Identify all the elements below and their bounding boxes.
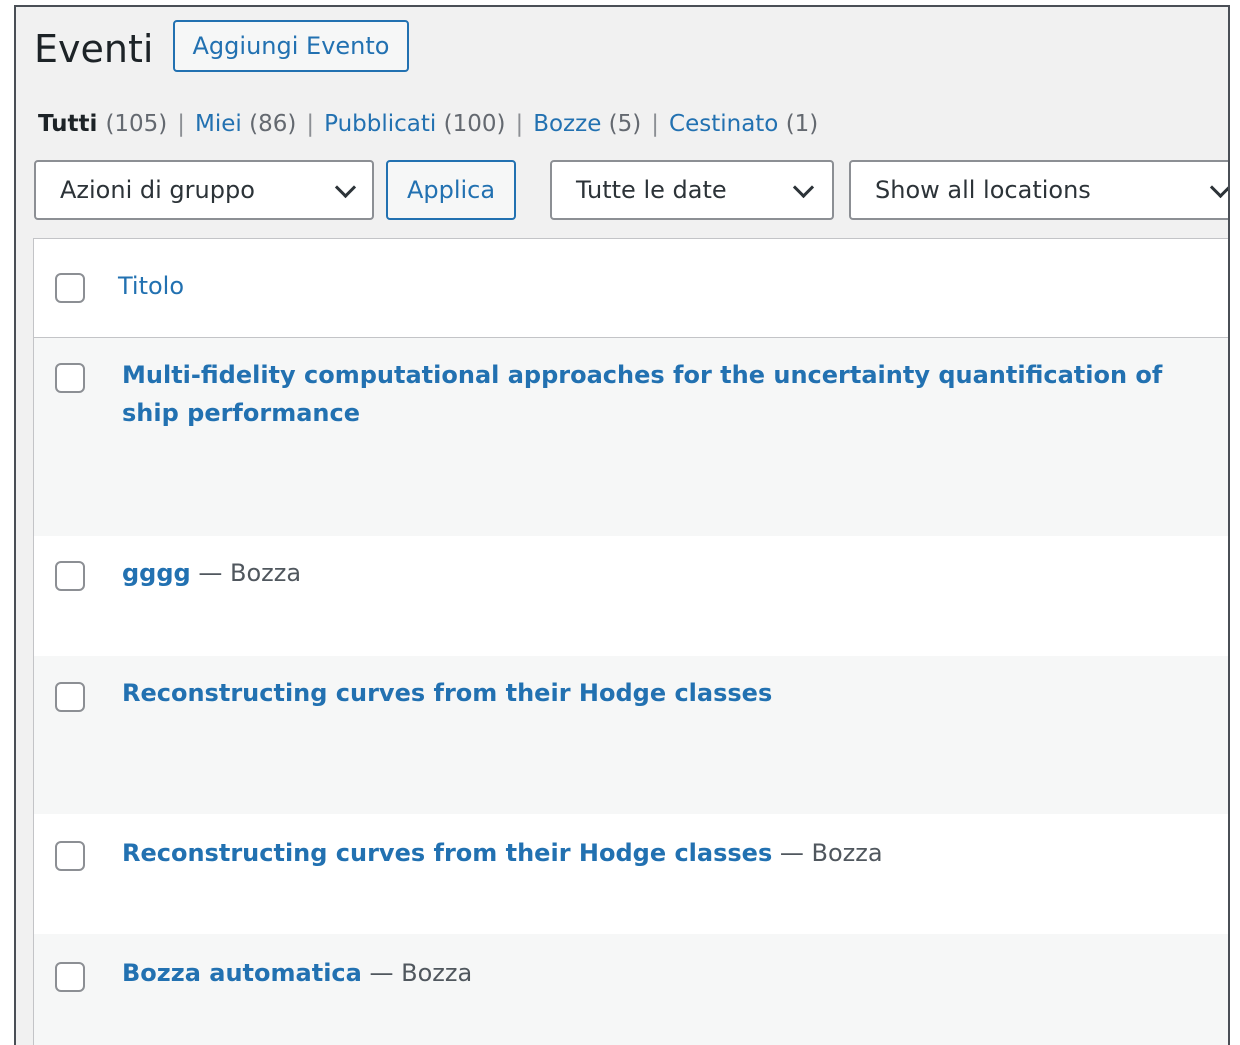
row-title-link[interactable]: Multi-fidelity computational approaches … (122, 361, 1162, 427)
view-all[interactable]: Tutti (105) (38, 111, 167, 137)
view-drafts[interactable]: Bozze (5) (533, 111, 641, 137)
view-mine-label: Miei (195, 111, 242, 137)
view-separator: | (515, 111, 524, 137)
view-separator: | (177, 111, 186, 137)
row-checkbox[interactable] (55, 841, 85, 871)
table-row: gggg — Bozza (34, 536, 1228, 656)
date-filter-value: Tutte le date (576, 176, 727, 204)
view-published-label: Pubblicati (324, 111, 437, 137)
row-checkbox[interactable] (55, 363, 85, 393)
row-title: gggg — Bozza (122, 554, 1182, 592)
row-checkbox[interactable] (55, 682, 85, 712)
view-separator: | (651, 111, 660, 137)
chevron-down-icon (792, 176, 815, 199)
view-all-count: (105) (105, 111, 168, 137)
row-title: Reconstructing curves from their Hodge c… (122, 674, 1182, 712)
location-filter-value: Show all locations (875, 176, 1091, 204)
date-filter-select[interactable]: Tutte le date (550, 160, 834, 220)
apply-button[interactable]: Applica (386, 160, 516, 220)
view-all-label: Tutti (38, 111, 98, 137)
row-state: — Bozza (190, 559, 302, 587)
view-trash-label: Cestinato (669, 111, 779, 137)
status-views: Tutti (105) | Miei (86) | Pubblicati (100) | B… (38, 111, 818, 137)
view-trash[interactable]: Cestinato (1) (669, 111, 818, 137)
view-mine-count: (86) (249, 111, 297, 137)
row-checkbox[interactable] (55, 962, 85, 992)
chevron-down-icon (1209, 176, 1228, 199)
table-row: Reconstructing curves from their Hodge c… (34, 656, 1228, 814)
table-row: Bozza automatica — Bozza (34, 934, 1228, 1045)
view-drafts-label: Bozze (533, 111, 602, 137)
row-state: — Bozza (772, 839, 883, 867)
page-title: Eventi (34, 27, 154, 71)
row-title-link[interactable]: gggg (122, 559, 191, 587)
events-table: Titolo Multi-fidelity computational appr… (33, 238, 1228, 1045)
table-header: Titolo (34, 239, 1228, 338)
view-mine[interactable]: Miei (86) (195, 111, 296, 137)
row-title: Bozza automatica — Bozza (122, 954, 1182, 992)
row-title-link[interactable]: Bozza automatica (122, 959, 362, 987)
bulk-actions-value: Azioni di gruppo (60, 176, 255, 204)
admin-frame: Eventi Aggiungi Evento Tutti (105) | Miei … (14, 5, 1230, 1045)
table-row: Multi-fidelity computational approaches … (34, 338, 1228, 536)
location-filter-select[interactable]: Show all locations (849, 160, 1228, 220)
chevron-down-icon (334, 176, 357, 199)
view-drafts-count: (5) (608, 111, 642, 137)
row-title: Multi-fidelity computational approaches … (122, 356, 1182, 432)
view-separator: | (306, 111, 315, 137)
column-title-header[interactable]: Titolo (118, 272, 184, 300)
add-event-button[interactable]: Aggiungi Evento (173, 20, 409, 72)
row-checkbox[interactable] (55, 561, 85, 591)
row-state: — Bozza (361, 959, 473, 987)
row-title-link[interactable]: Reconstructing curves from their Hodge c… (122, 839, 772, 867)
bulk-actions-select[interactable]: Azioni di gruppo (34, 160, 374, 220)
select-all-checkbox[interactable] (55, 273, 85, 303)
view-published[interactable]: Pubblicati (100) (324, 111, 505, 137)
table-row: Reconstructing curves from their Hodge c… (34, 814, 1228, 934)
row-title-link[interactable]: Reconstructing curves from their Hodge c… (122, 679, 772, 707)
row-title: Reconstructing curves from their Hodge c… (122, 834, 1182, 872)
view-published-count: (100) (443, 111, 506, 137)
view-trash-count: (1) (785, 111, 819, 137)
